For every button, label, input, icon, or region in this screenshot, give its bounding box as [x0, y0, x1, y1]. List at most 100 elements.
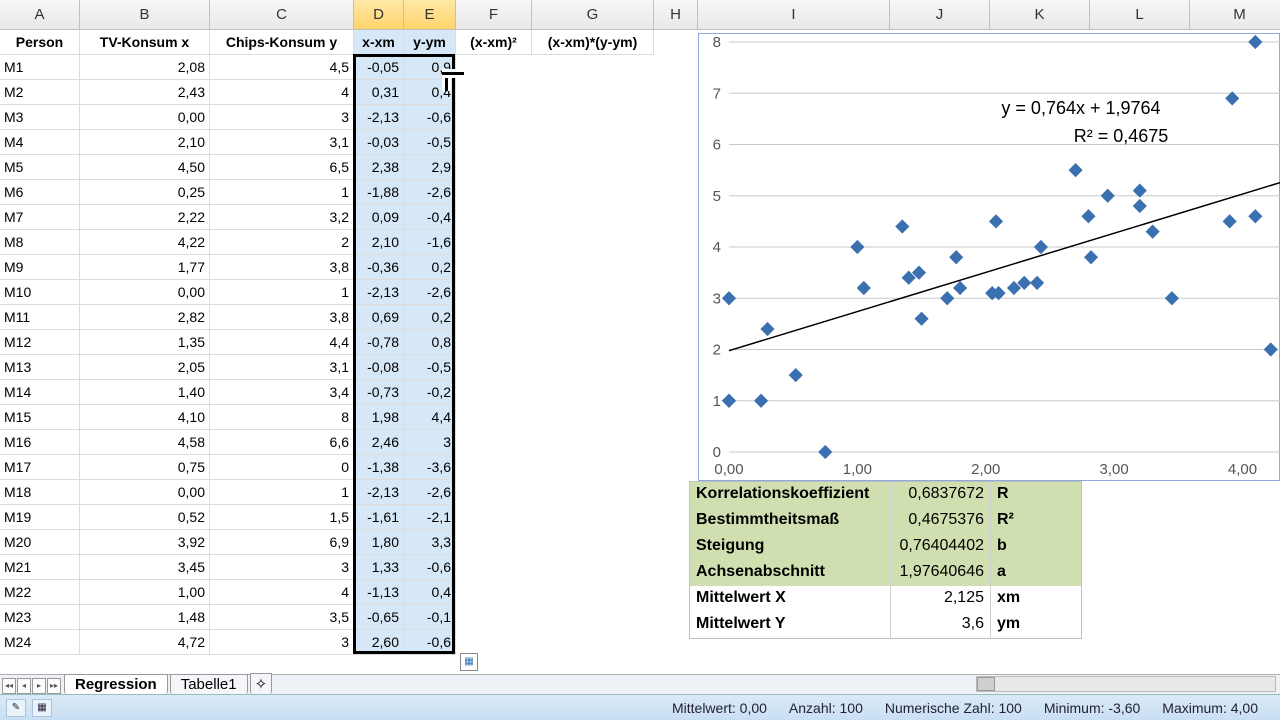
cell-tvkonsum-24[interactable]: 4,72 [80, 630, 210, 655]
cell-person-4[interactable]: M4 [0, 130, 80, 155]
tab-nav-last-icon[interactable]: ▸▸ [47, 678, 61, 694]
cell-chipskonsum-6[interactable]: 1 [210, 180, 354, 205]
cell-tvkonsum-2[interactable]: 2,43 [80, 80, 210, 105]
cell-person-22[interactable]: M22 [0, 580, 80, 605]
cell-chipskonsum-10[interactable]: 1 [210, 280, 354, 305]
col-header-A[interactable]: A [0, 0, 80, 30]
cell-person-1[interactable]: M1 [0, 55, 80, 80]
cell-chipskonsum-22[interactable]: 4 [210, 580, 354, 605]
cell-yym-21[interactable]: -0,6 [404, 555, 456, 580]
cell-tvkonsum-15[interactable]: 4,10 [80, 405, 210, 430]
cell-yym-1[interactable]: 0,9 [404, 55, 456, 80]
cell-person-19[interactable]: M19 [0, 505, 80, 530]
cell-xxm-10[interactable]: -2,13 [354, 280, 404, 305]
cell-xxm-19[interactable]: -1,61 [354, 505, 404, 530]
cell-chipskonsum-13[interactable]: 3,1 [210, 355, 354, 380]
cell-yym-13[interactable]: -0,5 [404, 355, 456, 380]
cell-yym-3[interactable]: -0,6 [404, 105, 456, 130]
cell-person-8[interactable]: M8 [0, 230, 80, 255]
cell-person-3[interactable]: M3 [0, 105, 80, 130]
cell-xxm-12[interactable]: -0,78 [354, 330, 404, 355]
cell-xxm-7[interactable]: 0,09 [354, 205, 404, 230]
col-header-K[interactable]: K [990, 0, 1090, 30]
cell-tvkonsum-17[interactable]: 0,75 [80, 455, 210, 480]
cell-xxm-9[interactable]: -0,36 [354, 255, 404, 280]
tab-nav-next-icon[interactable]: ▸ [32, 678, 46, 694]
cell-person-11[interactable]: M11 [0, 305, 80, 330]
cell-tvkonsum-13[interactable]: 2,05 [80, 355, 210, 380]
cell-xxm-5[interactable]: 2,38 [354, 155, 404, 180]
cell-yym-18[interactable]: -2,6 [404, 480, 456, 505]
cell-chipskonsum-20[interactable]: 6,9 [210, 530, 354, 555]
header-E[interactable]: y-ym [404, 30, 456, 55]
cell-chipskonsum-3[interactable]: 3 [210, 105, 354, 130]
tab-add-icon[interactable]: ✧ [250, 673, 272, 694]
cell-xxm-16[interactable]: 2,46 [354, 430, 404, 455]
cell-chipskonsum-8[interactable]: 2 [210, 230, 354, 255]
cell-tvkonsum-16[interactable]: 4,58 [80, 430, 210, 455]
cell-chipskonsum-5[interactable]: 6,5 [210, 155, 354, 180]
cell-xxm-21[interactable]: 1,33 [354, 555, 404, 580]
cell-chipskonsum-19[interactable]: 1,5 [210, 505, 354, 530]
cell-chipskonsum-11[interactable]: 3,8 [210, 305, 354, 330]
cell-yym-23[interactable]: -0,1 [404, 605, 456, 630]
col-header-F[interactable]: F [456, 0, 532, 30]
cell-person-9[interactable]: M9 [0, 255, 80, 280]
cell-yym-10[interactable]: -2,6 [404, 280, 456, 305]
cell-xxm-20[interactable]: 1,80 [354, 530, 404, 555]
cell-tvkonsum-14[interactable]: 1,40 [80, 380, 210, 405]
cell-person-13[interactable]: M13 [0, 355, 80, 380]
cell-chipskonsum-16[interactable]: 6,6 [210, 430, 354, 455]
cell-yym-20[interactable]: 3,3 [404, 530, 456, 555]
cell-xxm-23[interactable]: -0,65 [354, 605, 404, 630]
header-G[interactable]: (x-xm)*(y-ym) [532, 30, 654, 55]
cell-chipskonsum-1[interactable]: 4,5 [210, 55, 354, 80]
col-header-J[interactable]: J [890, 0, 990, 30]
cell-tvkonsum-22[interactable]: 1,00 [80, 580, 210, 605]
cell-yym-11[interactable]: 0,2 [404, 305, 456, 330]
cell-tvkonsum-1[interactable]: 2,08 [80, 55, 210, 80]
cell-xxm-1[interactable]: -0,05 [354, 55, 404, 80]
cell-yym-9[interactable]: 0,2 [404, 255, 456, 280]
cell-person-10[interactable]: M10 [0, 280, 80, 305]
col-header-G[interactable]: G [532, 0, 654, 30]
cell-xxm-3[interactable]: -2,13 [354, 105, 404, 130]
tab-regression[interactable]: Regression [64, 674, 168, 694]
cell-yym-22[interactable]: 0,4 [404, 580, 456, 605]
cell-tvkonsum-8[interactable]: 4,22 [80, 230, 210, 255]
cell-yym-15[interactable]: 4,4 [404, 405, 456, 430]
cell-chipskonsum-18[interactable]: 1 [210, 480, 354, 505]
cell-tvkonsum-11[interactable]: 2,82 [80, 305, 210, 330]
cell-tvkonsum-6[interactable]: 0,25 [80, 180, 210, 205]
cell-person-7[interactable]: M7 [0, 205, 80, 230]
col-header-L[interactable]: L [1090, 0, 1190, 30]
col-header-I[interactable]: I [698, 0, 890, 30]
tab-nav-prev-icon[interactable]: ◂ [17, 678, 31, 694]
cell-person-20[interactable]: M20 [0, 530, 80, 555]
cell-xxm-2[interactable]: 0,31 [354, 80, 404, 105]
cell-tvkonsum-23[interactable]: 1,48 [80, 605, 210, 630]
cell-xxm-24[interactable]: 2,60 [354, 630, 404, 655]
cell-chipskonsum-21[interactable]: 3 [210, 555, 354, 580]
cell-chipskonsum-17[interactable]: 0 [210, 455, 354, 480]
cell-yym-16[interactable]: 3 [404, 430, 456, 455]
col-header-M[interactable]: M [1190, 0, 1280, 30]
col-header-B[interactable]: B [80, 0, 210, 30]
cell-yym-2[interactable]: 0,4 [404, 80, 456, 105]
cell-chipskonsum-12[interactable]: 4,4 [210, 330, 354, 355]
cell-tvkonsum-21[interactable]: 3,45 [80, 555, 210, 580]
cell-chipskonsum-23[interactable]: 3,5 [210, 605, 354, 630]
cell-person-18[interactable]: M18 [0, 480, 80, 505]
cell-person-14[interactable]: M14 [0, 380, 80, 405]
cell-xxm-11[interactable]: 0,69 [354, 305, 404, 330]
cell-yym-19[interactable]: -2,1 [404, 505, 456, 530]
cell-person-23[interactable]: M23 [0, 605, 80, 630]
cell-tvkonsum-9[interactable]: 1,77 [80, 255, 210, 280]
col-header-C[interactable]: C [210, 0, 354, 30]
col-header-H[interactable]: H [654, 0, 698, 30]
header-D[interactable]: x-xm [354, 30, 404, 55]
cell-person-12[interactable]: M12 [0, 330, 80, 355]
cell-xxm-14[interactable]: -0,73 [354, 380, 404, 405]
cell-tvkonsum-20[interactable]: 3,92 [80, 530, 210, 555]
header-F[interactable]: (x-xm)² [456, 30, 532, 55]
